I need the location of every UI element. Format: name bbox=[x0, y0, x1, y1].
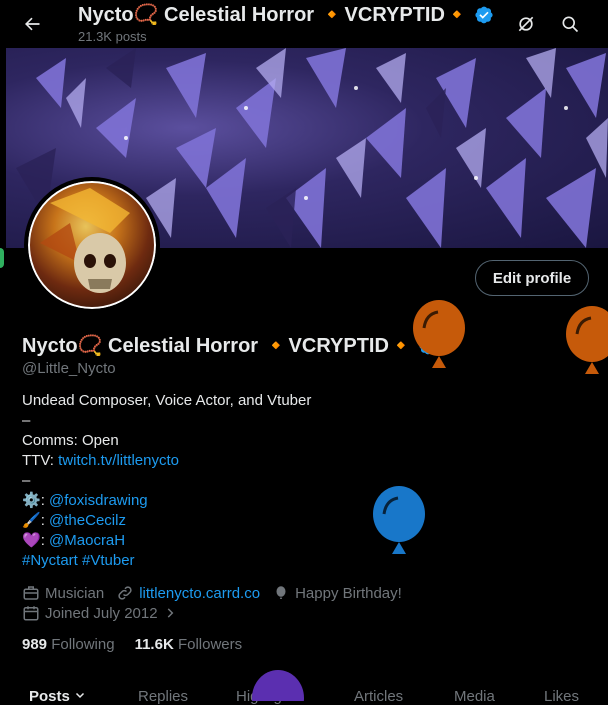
mention-link[interactable]: @theCecilz bbox=[49, 512, 126, 529]
grok-icon bbox=[518, 16, 534, 32]
birthday-item: Happy Birthday! bbox=[272, 584, 402, 602]
tab-articles[interactable]: Articles bbox=[354, 688, 403, 705]
tab-likes[interactable]: Likes bbox=[544, 688, 579, 705]
display-name-text: Nycto📿 Celestial Horror 🔸VCRYPTID🔸 bbox=[22, 335, 414, 357]
chevron-down-icon bbox=[76, 692, 85, 699]
avatar-image bbox=[28, 181, 156, 309]
purple-heart-emoji-icon: 💜 bbox=[22, 532, 41, 549]
credit-separator: : bbox=[40, 492, 50, 509]
gear-emoji-icon: ⚙️ bbox=[22, 492, 41, 509]
website-link[interactable]: littlenycto.carrd.co bbox=[139, 585, 260, 602]
bio-comms: Comms: Open bbox=[22, 432, 119, 449]
bio-dash: – bbox=[22, 472, 31, 489]
birthday-balloon bbox=[413, 300, 465, 368]
bio-credit: 🖌️: @theCecilz bbox=[22, 511, 311, 531]
status-dot bbox=[0, 248, 4, 268]
tab-posts[interactable]: Posts bbox=[29, 688, 86, 705]
profile-display-name: Nycto📿 Celestial Horror 🔸VCRYPTID🔸 bbox=[22, 333, 438, 358]
header-title: Nycto📿 Celestial Horror 🔸VCRYPTID🔸 bbox=[78, 2, 494, 27]
ttv-link[interactable]: twitch.tv/littlenycto bbox=[58, 452, 179, 469]
joined-item[interactable]: Joined July 2012 bbox=[22, 604, 177, 622]
chevron-right-icon bbox=[167, 608, 173, 618]
search-button[interactable] bbox=[552, 6, 588, 42]
profession-text: Musician bbox=[45, 584, 105, 602]
joined-text: Joined July 2012 bbox=[45, 604, 158, 622]
header-title-block: Nycto📿 Celestial Horror 🔸VCRYPTID🔸 21.3K… bbox=[78, 2, 494, 44]
search-icon bbox=[562, 16, 579, 33]
tab-label: Posts bbox=[29, 688, 70, 705]
following-label: Following bbox=[51, 636, 115, 653]
credit-separator: : bbox=[40, 532, 50, 549]
verified-badge-icon bbox=[475, 6, 493, 23]
followers-count: 11.6K bbox=[134, 636, 174, 653]
tab-replies[interactable]: Replies bbox=[138, 688, 188, 705]
profile-meta: Musician littlenycto.carrd.co Happy Birt… bbox=[22, 583, 414, 623]
birthday-balloon bbox=[566, 306, 608, 374]
profession-item: Musician bbox=[22, 584, 104, 602]
briefcase-icon bbox=[23, 586, 39, 600]
profile-bio: Undead Composer, Voice Actor, and Vtuber… bbox=[22, 391, 311, 571]
top-bar: Nycto📿 Celestial Horror 🔸VCRYPTID🔸 21.3K… bbox=[0, 0, 608, 48]
tab-media[interactable]: Media bbox=[454, 688, 495, 705]
link-icon bbox=[118, 586, 132, 600]
birthday-text: Happy Birthday! bbox=[295, 584, 402, 602]
bio-credit: 💜: @MaocraH bbox=[22, 531, 311, 551]
credit-separator: : bbox=[40, 512, 50, 529]
followers-link[interactable]: 11.6K Followers bbox=[135, 636, 243, 653]
paintbrush-emoji-icon: 🖌️ bbox=[22, 512, 41, 529]
calendar-icon bbox=[23, 606, 39, 621]
followers-label: Followers bbox=[177, 636, 243, 653]
back-button[interactable] bbox=[14, 6, 50, 42]
bio-line: Undead Composer, Voice Actor, and Vtuber bbox=[22, 392, 312, 409]
follow-stats: 989 Following 11.6K Followers bbox=[22, 636, 242, 653]
following-count: 989 bbox=[22, 636, 48, 653]
posts-count: 21.3K posts bbox=[78, 29, 147, 44]
profile-avatar[interactable] bbox=[24, 177, 160, 313]
edit-profile-button[interactable]: Edit profile bbox=[475, 260, 589, 296]
website-item: littlenycto.carrd.co bbox=[116, 584, 260, 602]
avatar-art bbox=[40, 188, 130, 293]
bio-ttv: TTV: twitch.tv/littlenycto bbox=[22, 451, 311, 471]
balloon-icon bbox=[276, 586, 286, 599]
birthday-balloon bbox=[252, 670, 304, 701]
grok-button[interactable] bbox=[508, 6, 544, 42]
following-link[interactable]: 989 Following bbox=[22, 636, 115, 653]
bio-dash: – bbox=[22, 412, 31, 429]
profile-handle: @Little_Nycto bbox=[22, 360, 116, 377]
arrow-left-icon bbox=[25, 17, 40, 31]
ttv-label: TTV: bbox=[22, 452, 59, 469]
meta-row: Musician littlenycto.carrd.co Happy Birt… bbox=[22, 583, 414, 603]
mention-link[interactable]: @MaocraH bbox=[49, 532, 125, 549]
bio-credit: ⚙️: @foxisdrawing bbox=[22, 491, 311, 511]
meta-row: Joined July 2012 bbox=[22, 603, 414, 623]
birthday-balloon bbox=[373, 486, 425, 554]
bio-hashtags[interactable]: #Nyctart #Vtuber bbox=[22, 551, 311, 571]
header-title-text: Nycto📿 Celestial Horror 🔸VCRYPTID🔸 bbox=[78, 4, 470, 26]
mention-link[interactable]: @foxisdrawing bbox=[49, 492, 148, 509]
